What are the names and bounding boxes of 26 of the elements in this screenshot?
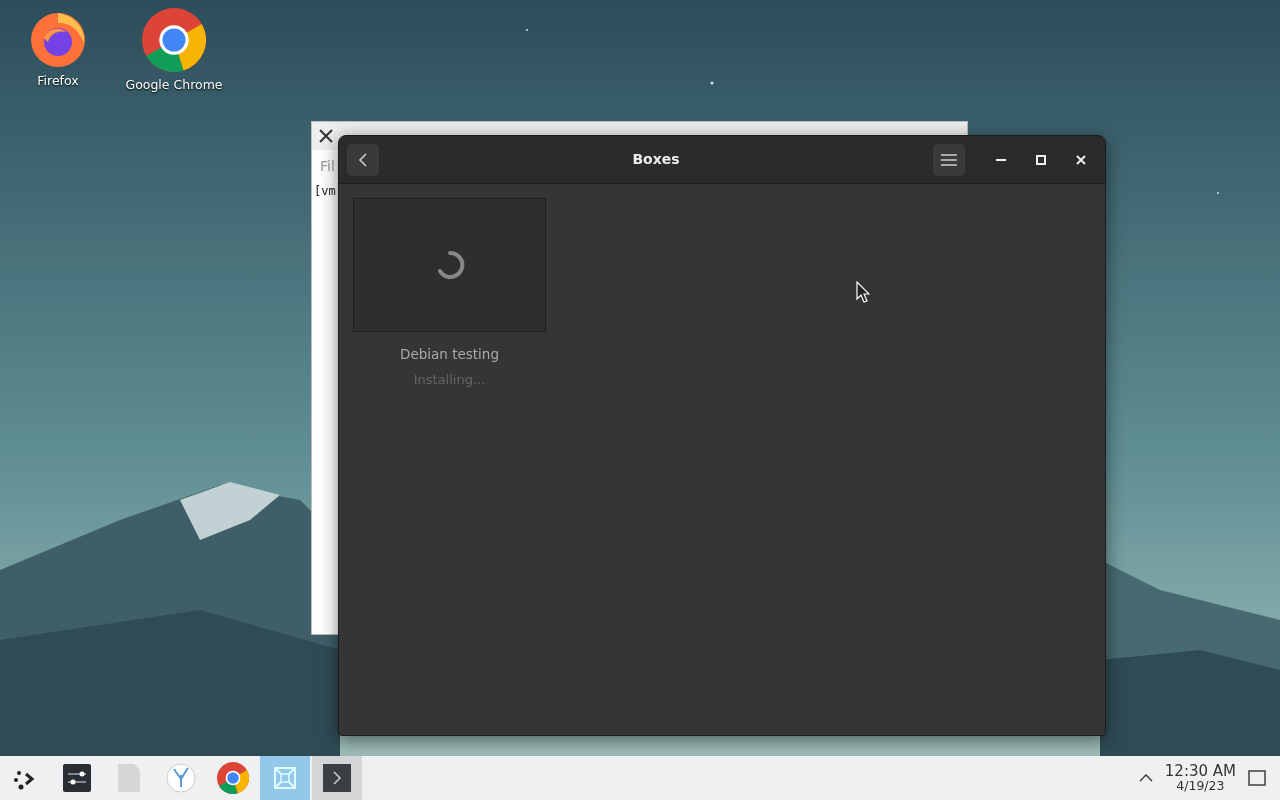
file-icon [118, 764, 140, 792]
maximize-icon [1036, 154, 1046, 165]
terminal-icon [323, 764, 351, 792]
taskbar-button[interactable] [312, 756, 362, 800]
clock-date[interactable]: 4/19/23 [1176, 779, 1225, 793]
window-title: Boxes [631, 150, 681, 169]
menu-icon [941, 153, 957, 166]
machine-name: Debian testing [400, 345, 499, 364]
back-button[interactable] [347, 143, 379, 176]
x-logo-icon [318, 128, 334, 144]
coral-icon [166, 763, 196, 793]
clock-time[interactable]: 12:30 AM [1164, 763, 1236, 780]
back-icon [358, 152, 368, 167]
machine-thumbnail[interactable] [353, 198, 546, 332]
chrome-icon [217, 762, 249, 794]
menu-button[interactable] [933, 143, 965, 176]
icon-label[interactable]: Firefox [37, 72, 79, 91]
icon-label[interactable]: Google Chrome [125, 76, 223, 95]
show-desktop-icon[interactable] [1248, 770, 1266, 786]
close-icon [1076, 154, 1086, 165]
minimize-icon [996, 158, 1006, 161]
chrome-icon [142, 8, 206, 72]
terminal-text: [vm [314, 183, 336, 200]
sliders-icon [63, 764, 91, 792]
mouse-cursor-icon [856, 281, 870, 303]
caret-up-icon[interactable] [1138, 774, 1153, 782]
